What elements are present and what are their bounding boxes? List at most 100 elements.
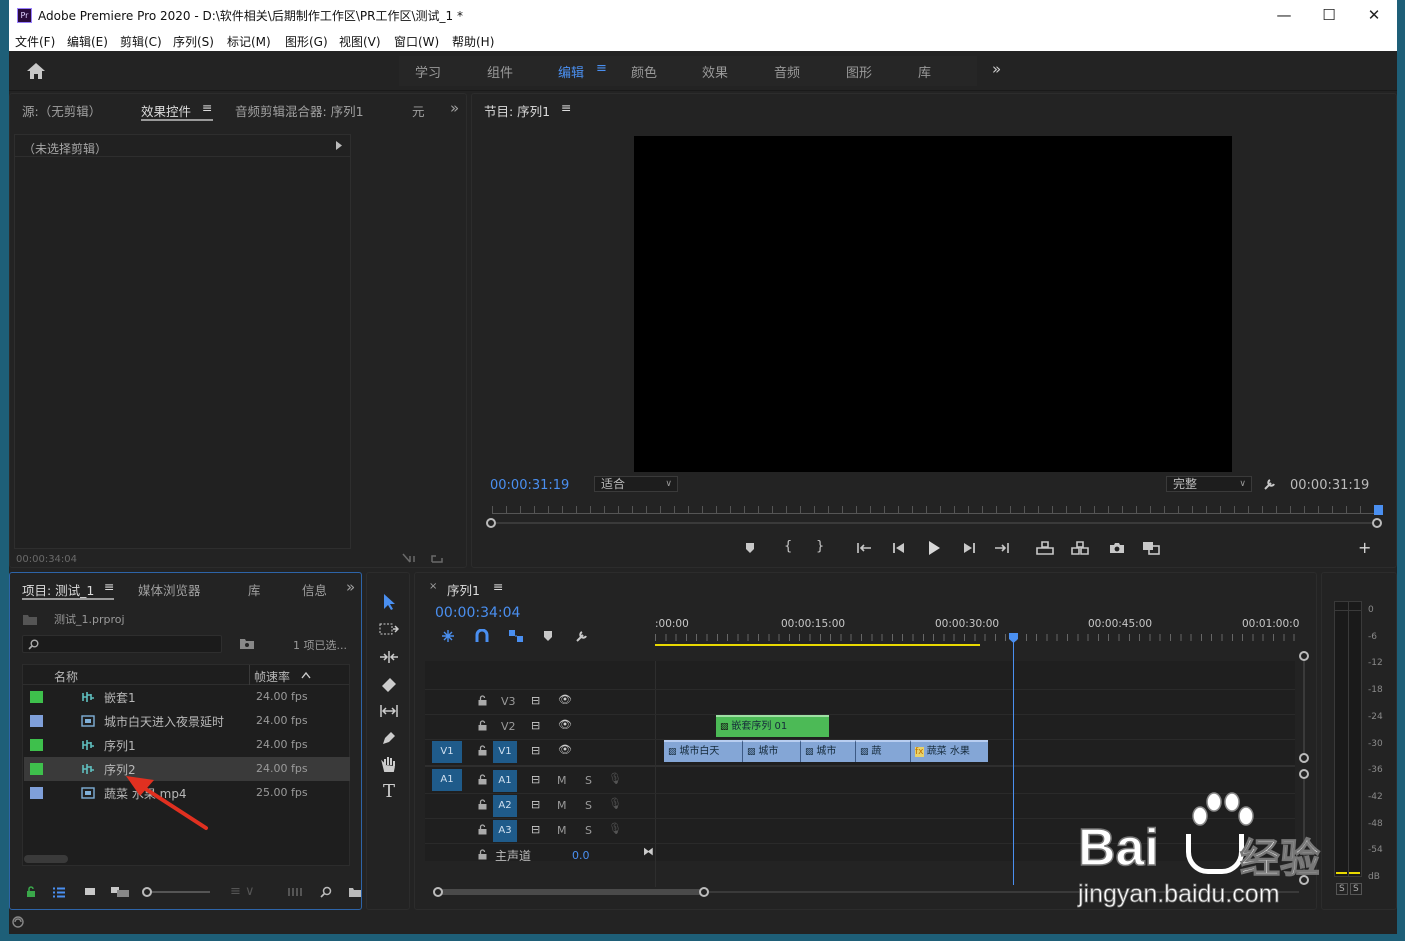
project-menu-icon[interactable]: ≡ [104,579,114,594]
menu-edit[interactable]: 编辑(E) [67,33,108,50]
icon-size-slider[interactable] [144,891,210,893]
mark-out-icon[interactable]: } [816,539,824,554]
status-bar-icon[interactable] [11,915,25,929]
track-target-a3[interactable]: A3 [493,820,517,842]
toggle-output-eye-icon[interactable]: 👁 [558,743,572,756]
program-playhead[interactable] [1374,505,1383,515]
tab-libraries[interactable]: 库 [248,580,261,599]
voice-over-mic-icon[interactable]: 🎙 [608,797,622,810]
project-item-row[interactable]: 嵌套1 24.00 fps [24,685,350,709]
clip-v1-1[interactable]: ▨ 城市白天 [664,740,742,762]
sequence-tab[interactable]: 序列1 [447,580,480,599]
pen-tool-icon[interactable] [381,730,397,746]
track-lock-icon[interactable] [478,799,487,810]
selection-tool-icon[interactable] [381,593,397,611]
linked-selection-icon[interactable] [508,629,524,643]
workspace-tab-color[interactable]: 颜色 [631,62,657,81]
panel-overflow-icon[interactable]: » [450,99,459,117]
sync-lock-icon[interactable]: ⊟ [531,719,540,732]
workspace-tab-editing[interactable]: 编辑 [558,62,584,81]
source-patch-v1[interactable]: V1 [432,741,462,763]
menu-graphics[interactable]: 图形(G) [285,33,328,50]
sync-lock-icon[interactable]: ⊟ [531,694,540,707]
track-lock-icon[interactable] [478,824,487,835]
project-overflow-icon[interactable]: » [346,578,355,596]
workspace-tab-assembly[interactable]: 组件 [487,62,513,81]
mute-button[interactable]: M [557,799,567,812]
step-forward-icon[interactable] [962,542,976,554]
voice-over-mic-icon[interactable]: 🎙 [608,822,622,835]
work-area-bar[interactable] [655,644,980,646]
sort-icons-icon[interactable]: ≡ ∨ [230,884,255,899]
menu-help[interactable]: 帮助(H) [452,33,494,50]
extract-icon[interactable] [1071,541,1089,555]
sync-lock-icon[interactable]: ⊟ [531,744,540,757]
track-lock-icon[interactable] [478,774,487,785]
column-header-name[interactable]: 名称 [54,668,78,685]
tab-project[interactable]: 项目: 测试_1 [22,580,94,599]
clip-nested-sequence[interactable]: ▨ 嵌套序列 01 [716,715,829,737]
lift-icon[interactable] [1036,541,1054,555]
workspace-tab-graphics[interactable]: 图形 [846,62,872,81]
label-color-swatch[interactable] [30,715,43,727]
solo-left-button[interactable]: S [1336,883,1348,895]
track-select-tool-icon[interactable] [379,622,399,636]
button-editor-icon[interactable]: + [1358,538,1371,557]
tab-source[interactable]: 源:（无剪辑） [22,101,101,120]
zoom-level-select[interactable]: 适合 ∨ [594,476,678,492]
nest-toggle-icon[interactable] [441,629,455,643]
menu-window[interactable]: 窗口(W) [394,33,439,50]
source-patch-a1[interactable]: A1 [432,769,462,791]
menu-view[interactable]: 视图(V) [339,33,381,50]
tab-audio-clip-mixer[interactable]: 音频剪辑混合器: 序列1 [235,101,364,120]
timeline-add-marker-icon[interactable] [543,630,553,642]
go-to-out-icon[interactable] [994,542,1010,554]
mute-button[interactable]: M [557,824,567,837]
close-button[interactable]: ✕ [1354,4,1394,26]
hand-tool-icon[interactable] [381,756,397,774]
track-target-a2[interactable]: A2 [493,795,517,817]
panel-menu-icon[interactable]: ≡ [202,100,212,115]
tab-media-browser[interactable]: 媒体浏览器 [138,580,201,599]
clip-v1-5[interactable]: fx 蔬菜 水果 [910,740,988,762]
solo-button[interactable]: S [585,799,592,812]
ripple-edit-tool-icon[interactable] [379,650,399,664]
workspace-overflow-button[interactable]: » [992,60,1001,78]
workspace-tab-effects[interactable]: 效果 [702,62,728,81]
export-frame-camera-icon[interactable] [1109,542,1125,554]
solo-button[interactable]: S [585,774,592,787]
icon-view-icon[interactable] [84,887,96,897]
master-volume[interactable]: 0.0 [572,849,590,862]
tab-metadata[interactable]: 元 [412,101,425,120]
menu-file[interactable]: 文件(F) [15,33,55,50]
voice-over-mic-icon[interactable]: 🎙 [608,772,622,785]
find-bin-icon[interactable] [239,637,255,650]
track-target-v1[interactable]: V1 [493,741,517,763]
go-to-master-icon[interactable]: ⧓ [643,845,654,858]
type-tool-icon[interactable]: T [383,781,395,802]
find-icon[interactable] [320,886,332,898]
icon-size-slider-handle[interactable] [142,887,152,897]
project-item-row[interactable]: 城市白天进入夜景延时 24.00 fps [24,709,350,733]
timeline-ruler[interactable]: :00:00 00:00:15:00 00:00:30:00 00:00:45:… [655,613,1299,651]
workspace-tab-audio[interactable]: 音频 [774,62,800,81]
project-horizontal-scrollbar[interactable] [24,855,68,863]
close-sequence-icon[interactable]: × [429,581,437,592]
clip-v1-3[interactable]: ▨ 城市 [800,740,855,762]
program-menu-icon[interactable]: ≡ [561,100,571,115]
mark-in-icon[interactable]: { [784,539,792,554]
tab-info[interactable]: 信息 [302,580,326,599]
sync-lock-icon[interactable]: ⊟ [531,773,540,786]
label-color-swatch[interactable] [30,739,43,751]
mute-button[interactable]: M [557,774,567,787]
filter-icon[interactable] [402,552,416,564]
play-only-audio-icon[interactable] [335,141,343,150]
maximize-button[interactable]: ☐ [1309,4,1349,26]
lock-icon[interactable] [26,886,36,898]
menu-sequence[interactable]: 序列(S) [173,33,214,50]
playback-resolution-select[interactable]: 完整 ∨ [1166,476,1252,492]
project-item-row[interactable]: 序列1 24.00 fps [24,733,350,757]
program-zoom-bar[interactable] [492,522,1382,524]
label-color-swatch[interactable] [30,787,43,799]
track-lock-icon[interactable] [478,695,487,706]
